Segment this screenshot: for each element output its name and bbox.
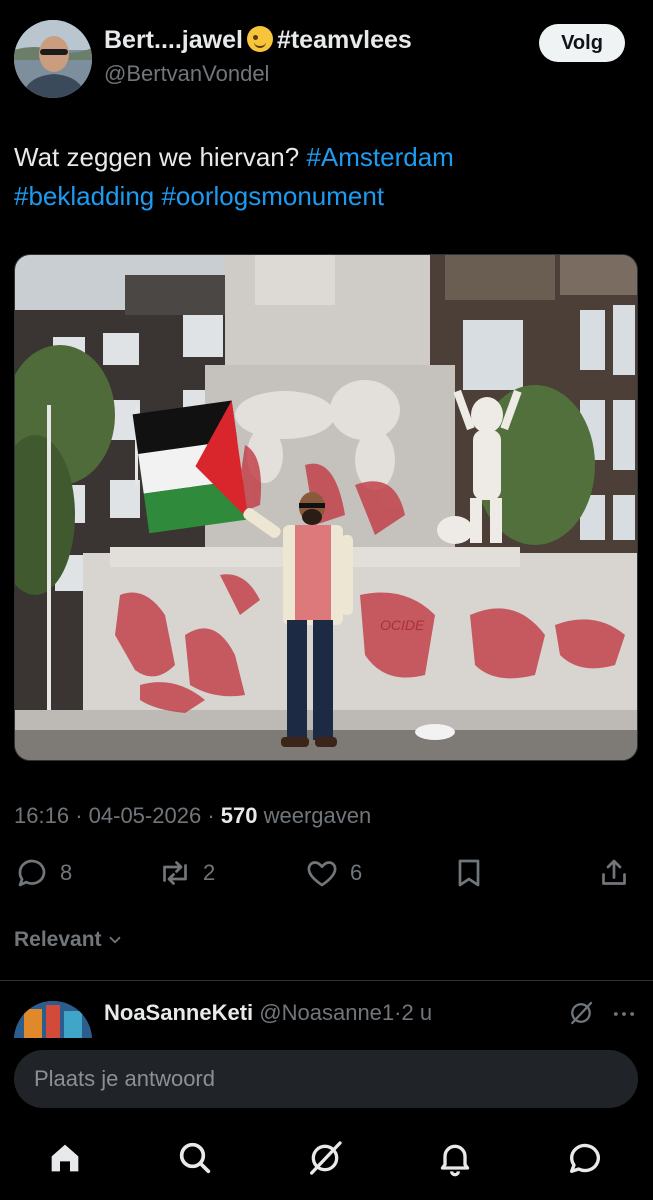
repost-button[interactable]: 2	[157, 852, 215, 894]
author-display-name[interactable]: Bert....jawel	[104, 26, 243, 54]
reply-count: 8	[60, 860, 73, 885]
chevron-down-icon	[109, 936, 120, 944]
author-handle[interactable]: @BertvanVondel	[104, 61, 412, 87]
tab-search[interactable]	[175, 1138, 215, 1178]
reply-time: 2 u	[401, 1000, 433, 1025]
tweet-actions: 8 2 6	[14, 852, 638, 894]
notifications-icon	[440, 1144, 470, 1177]
bookmark-button[interactable]	[451, 852, 487, 894]
bookmark-icon	[458, 859, 480, 887]
repost-icon	[163, 861, 187, 885]
like-count: 6	[350, 860, 363, 885]
grok-icon[interactable]	[566, 998, 596, 1028]
bottom-tab-bar	[0, 1128, 653, 1190]
messages-icon	[570, 1143, 600, 1173]
meta-separator: ·	[75, 803, 83, 828]
search-icon	[179, 1142, 211, 1174]
tweet-header: Bert....jawel #teamvlees @BertvanVondel V…	[14, 20, 639, 100]
grok-icon	[310, 1141, 342, 1175]
more-options-icon[interactable]	[610, 1000, 638, 1028]
reply-avatar[interactable]	[14, 1001, 92, 1038]
tab-messages[interactable]	[565, 1138, 605, 1178]
author-avatar[interactable]	[14, 20, 92, 98]
tab-grok[interactable]	[305, 1138, 345, 1178]
sort-label: Relevant	[14, 928, 102, 951]
like-button[interactable]: 6	[304, 852, 362, 894]
reply-icon	[18, 859, 46, 887]
follow-button[interactable]: Volg	[539, 24, 625, 62]
author-display-hashtag: #teamvlees	[276, 26, 412, 54]
hashtag-link[interactable]: #bekladding	[14, 181, 154, 211]
meta-separator: ·	[207, 803, 215, 828]
reply-handle[interactable]: @Noasanne1	[259, 1000, 394, 1025]
tab-home[interactable]	[45, 1138, 85, 1178]
tweet-photo[interactable]: OCIDE	[14, 254, 638, 761]
hashtag-link[interactable]: #Amsterdam	[306, 142, 453, 172]
share-icon	[602, 859, 626, 885]
tab-notifications[interactable]	[435, 1138, 475, 1178]
hashtag-link[interactable]: #oorlogsmonument	[161, 181, 384, 211]
views-label: weergaven	[263, 803, 372, 828]
tweet-time[interactable]: 16:16	[14, 803, 69, 828]
divider	[0, 980, 653, 981]
tweet-date[interactable]: 04-05-2026	[89, 803, 202, 828]
winking-face-emoji	[246, 26, 273, 52]
reply-preview[interactable]: NoaSanneKeti @Noasanne1·2 u	[14, 998, 639, 1038]
tweet-text: Wat zeggen we hiervan? #Amsterdam #bekla…	[14, 138, 634, 216]
share-button[interactable]	[596, 852, 632, 894]
views-count: 570	[220, 803, 258, 828]
repost-count: 2	[203, 860, 216, 885]
heart-icon	[307, 861, 337, 887]
reply-input[interactable]	[14, 1050, 638, 1108]
reply-display-name[interactable]: NoaSanneKeti	[104, 1000, 253, 1025]
tweet-text-plain: Wat zeggen we hiervan?	[14, 142, 300, 172]
tweet-meta: 16:16 · 04-05-2026 · 570 weergaven	[14, 803, 371, 829]
reply-sort-dropdown[interactable]: Relevant	[14, 928, 124, 952]
graffiti-text: OCIDE	[380, 617, 425, 633]
reply-button[interactable]: 8	[14, 852, 72, 894]
home-icon	[51, 1144, 79, 1172]
